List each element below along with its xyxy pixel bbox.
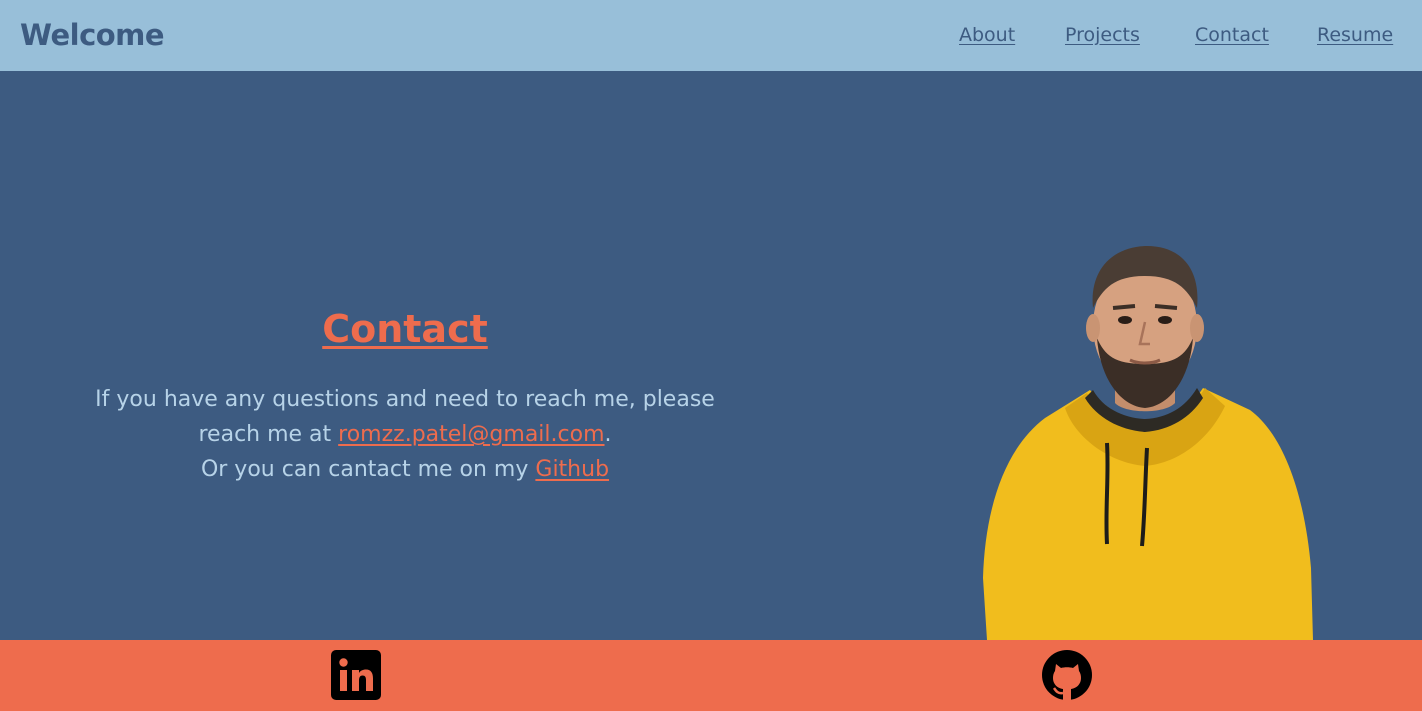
- contact-line-1: If you have any questions and need to re…: [95, 387, 715, 412]
- nav-link-projects[interactable]: Projects: [1065, 24, 1140, 46]
- contact-heading: Contact: [322, 307, 488, 351]
- footer-bar: [0, 640, 1422, 711]
- nav-link-about[interactable]: About: [959, 24, 1015, 46]
- contact-section: Contact If you have any questions and ne…: [50, 302, 760, 487]
- contact-line-3-prefix: Or you can cantact me on my: [200, 457, 536, 482]
- nav-link-resume[interactable]: Resume: [1317, 24, 1393, 46]
- nav-link-contact[interactable]: Contact: [1195, 24, 1269, 46]
- contact-message: If you have any questions and need to re…: [50, 382, 760, 487]
- contact-line-2-prefix: reach me at: [198, 422, 339, 447]
- contact-line-2-suffix: .: [604, 422, 612, 447]
- github-icon[interactable]: [1042, 650, 1092, 700]
- profile-portrait: [983, 246, 1313, 640]
- email-link[interactable]: romzz.patel@gmail.com: [338, 422, 604, 447]
- brand-title: Welcome: [20, 18, 165, 52]
- linkedin-icon[interactable]: [331, 650, 381, 700]
- github-text-link[interactable]: Github: [535, 457, 609, 482]
- top-navbar: Welcome About Projects Contact Resume: [0, 0, 1422, 71]
